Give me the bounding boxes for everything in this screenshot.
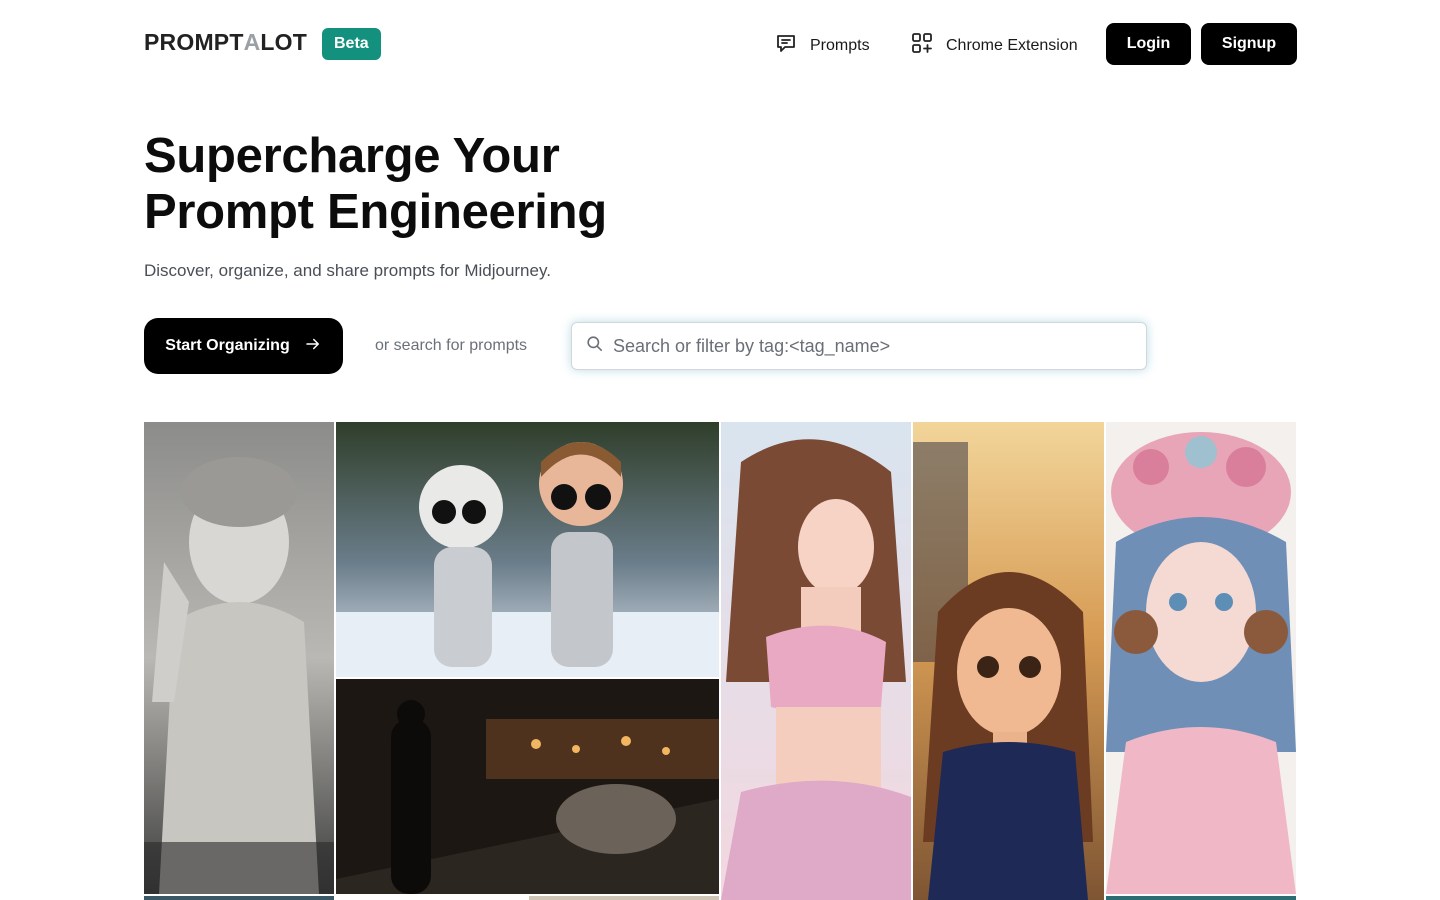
or-search-text: or search for prompts: [375, 337, 528, 354]
logo-text-prompt: PROMPT: [144, 29, 244, 55]
gallery-image-partial: [529, 896, 719, 900]
search-icon: [572, 334, 613, 358]
beta-badge: Beta: [322, 28, 381, 60]
apps-add-icon: [910, 31, 934, 60]
gallery-image-partial: [144, 896, 334, 900]
gallery-image-astronaut-toys[interactable]: [336, 422, 719, 677]
nav-chrome-extension-link[interactable]: Chrome Extension: [910, 31, 1078, 60]
hero-title: Supercharge Your Prompt Engineering: [144, 128, 764, 240]
nav-prompts-label: Prompts: [810, 36, 870, 54]
message-icon: [774, 31, 798, 60]
hero-subtitle: Discover, organize, and share prompts fo…: [144, 261, 551, 280]
start-organizing-label: Start Organizing: [165, 337, 290, 354]
logo-text-a: A: [243, 29, 261, 55]
search-box: [571, 322, 1147, 370]
gallery-image-anime-girl[interactable]: [721, 422, 911, 900]
gallery-image-partial: [1106, 896, 1296, 900]
login-button[interactable]: Login: [1106, 23, 1191, 65]
hero-title-line2: Prompt Engineering: [144, 185, 607, 239]
arrow-right-icon: [304, 335, 322, 358]
gallery-image-steampunk-doll[interactable]: [1106, 422, 1296, 894]
logo-text-lot: LOT: [260, 29, 307, 55]
gallery-image-statue[interactable]: [144, 422, 334, 894]
gallery-image-night-market[interactable]: [336, 679, 719, 894]
gallery-image-cartoon-girl[interactable]: [913, 422, 1104, 900]
start-organizing-button[interactable]: Start Organizing: [144, 318, 343, 374]
search-input[interactable]: [613, 335, 1146, 357]
nav-prompts-link[interactable]: Prompts: [774, 31, 870, 60]
site-logo[interactable]: PROMPT A LOT: [144, 29, 307, 56]
site-header: PROMPT A LOT Beta Prompts Chrome Extension…: [0, 0, 1440, 88]
signup-button[interactable]: Signup: [1201, 23, 1297, 65]
nav-chrome-extension-label: Chrome Extension: [946, 36, 1078, 54]
hero-title-line1: Supercharge Your: [144, 129, 560, 183]
